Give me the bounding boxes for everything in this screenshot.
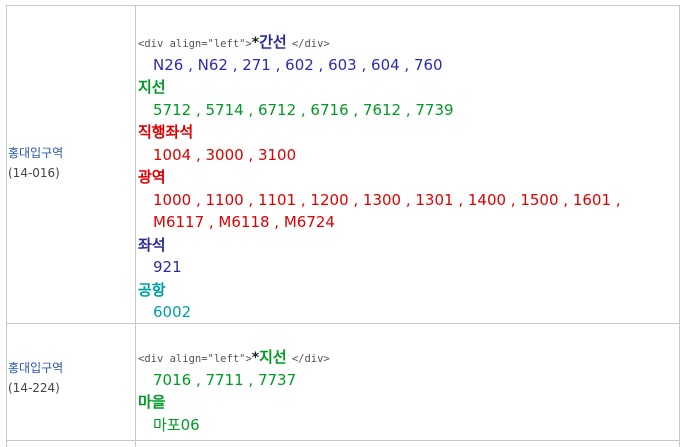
station-name: 홍대입구역 bbox=[8, 361, 64, 375]
station-name: 홍대입구역 bbox=[8, 146, 64, 160]
category-label: 간선 bbox=[259, 33, 287, 51]
html-tag-open: <div align="left"> bbox=[138, 353, 252, 365]
category-label: 좌석 bbox=[138, 235, 166, 254]
routes-cell-2: <div align="left">*지선 </div> 7016 , 7711… bbox=[138, 346, 678, 436]
column-divider bbox=[135, 5, 136, 447]
route-numbers: 7016 , 7711 , 7737 bbox=[153, 370, 297, 389]
route-numbers: 1000 , 1100 , 1101 , 1200 , 1300 , 1301 … bbox=[153, 190, 621, 209]
category-label: 지선 bbox=[138, 78, 166, 96]
category-label: 광역 bbox=[138, 168, 166, 186]
row-divider-2 bbox=[6, 440, 680, 441]
html-tag-close: </div> bbox=[291, 353, 330, 365]
table-border-left bbox=[6, 5, 7, 447]
table-border-right bbox=[679, 5, 680, 447]
html-tag-close: </div> bbox=[291, 38, 330, 50]
route-numbers: M6117 , M6118 , M6724 bbox=[153, 213, 335, 231]
station-code: (14-016) bbox=[8, 166, 60, 180]
route-header: <div align="left">*지선 </div> bbox=[138, 346, 678, 369]
route-header: <div align="left">*간선 </div> bbox=[138, 31, 678, 54]
category-label: 직행좌석 bbox=[138, 123, 194, 141]
route-numbers: 6002 bbox=[153, 303, 192, 321]
route-numbers: 921 bbox=[153, 258, 182, 276]
routes-cell-1: <div align="left">*간선 </div> N26 , N62 ,… bbox=[138, 31, 678, 324]
category-label: 공항 bbox=[138, 280, 166, 299]
category-label: 지선 bbox=[259, 348, 287, 366]
table-border-top bbox=[6, 5, 680, 6]
station-cell-1: 홍대입구역 (14-016) bbox=[8, 143, 63, 183]
html-tag-open: <div align="left"> bbox=[138, 38, 252, 50]
route-numbers: 5712 , 5714 , 6712 , 6716 , 7612 , 7739 bbox=[153, 100, 454, 119]
category-label: 마을 bbox=[138, 393, 166, 411]
route-numbers: 1004 , 3000 , 3100 bbox=[153, 145, 297, 164]
station-cell-2: 홍대입구역 (14-224) bbox=[8, 358, 63, 398]
route-numbers: N26 , N62 , 271 , 602 , 603 , 604 , 760 bbox=[153, 55, 443, 74]
route-numbers: 마포06 bbox=[153, 415, 200, 434]
station-code: (14-224) bbox=[8, 381, 60, 395]
